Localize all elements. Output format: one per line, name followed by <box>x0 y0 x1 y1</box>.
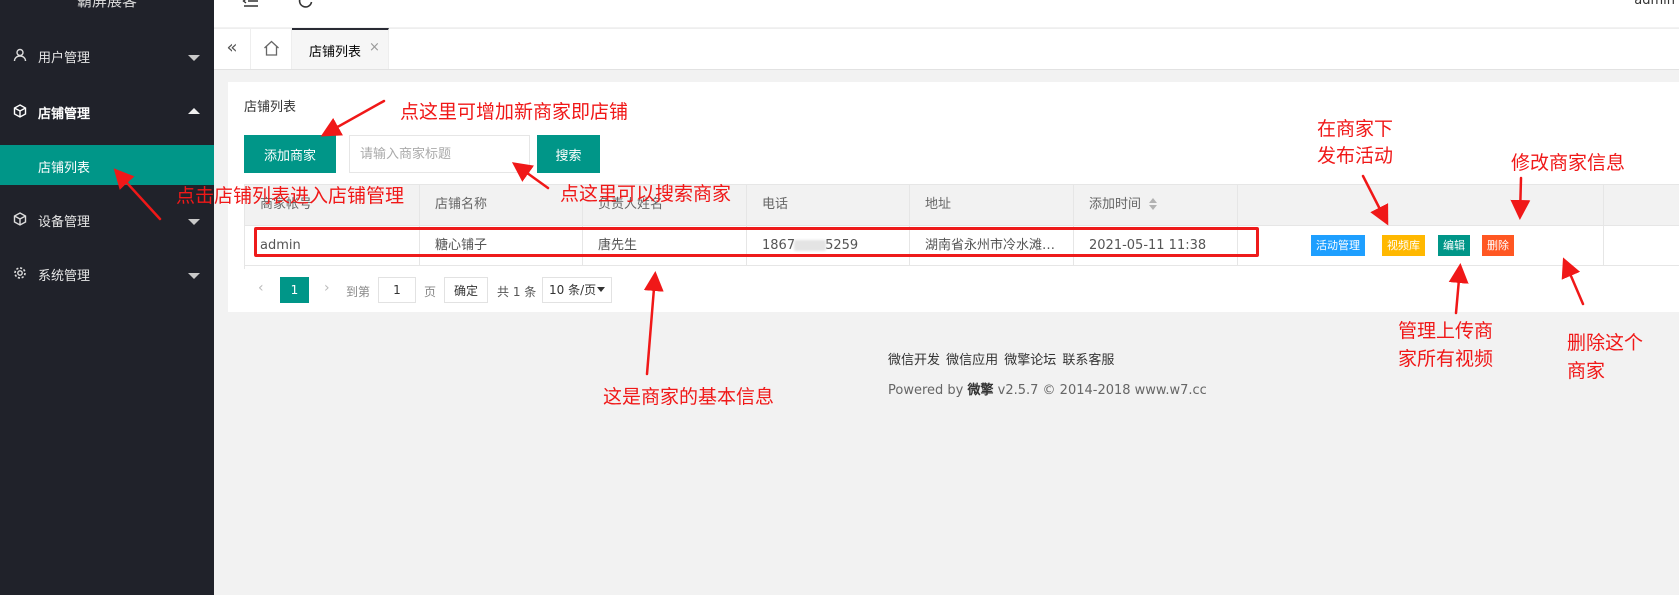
annotation-publish-line2: 发布活动 <box>1317 145 1394 167</box>
annotation-video-line2: 家所有视频 <box>1398 348 1494 370</box>
annotation-video-line1: 管理上传商 <box>1398 320 1494 342</box>
annotation-edit-info: 修改商家信息 <box>1511 152 1626 174</box>
annotation-arrows <box>113 99 1585 376</box>
arrow-to-delete <box>1561 257 1585 306</box>
annotation-shop-list: 点击店铺列表进入店铺管理 <box>176 185 405 207</box>
arrow-to-video <box>1448 263 1469 315</box>
annotation-delete-line1: 删除这个 <box>1567 332 1644 354</box>
annotation-search: 点这里可以搜索商家 <box>560 183 732 205</box>
arrow-to-activity <box>1361 174 1389 226</box>
arrow-to-add-button <box>320 99 386 137</box>
arrow-to-search <box>511 162 550 190</box>
arrow-to-shop-list <box>113 168 162 221</box>
annotation-basic-info: 这是商家的基本信息 <box>603 386 775 408</box>
annotation-delete-line2: 商家 <box>1567 360 1606 382</box>
arrow-to-basic-info <box>643 271 664 376</box>
arrow-to-edit <box>1510 176 1531 220</box>
annotation-add-shop: 点这里可增加新商家即店铺 <box>400 101 629 123</box>
annotation-publish-line1: 在商家下 <box>1317 118 1394 140</box>
